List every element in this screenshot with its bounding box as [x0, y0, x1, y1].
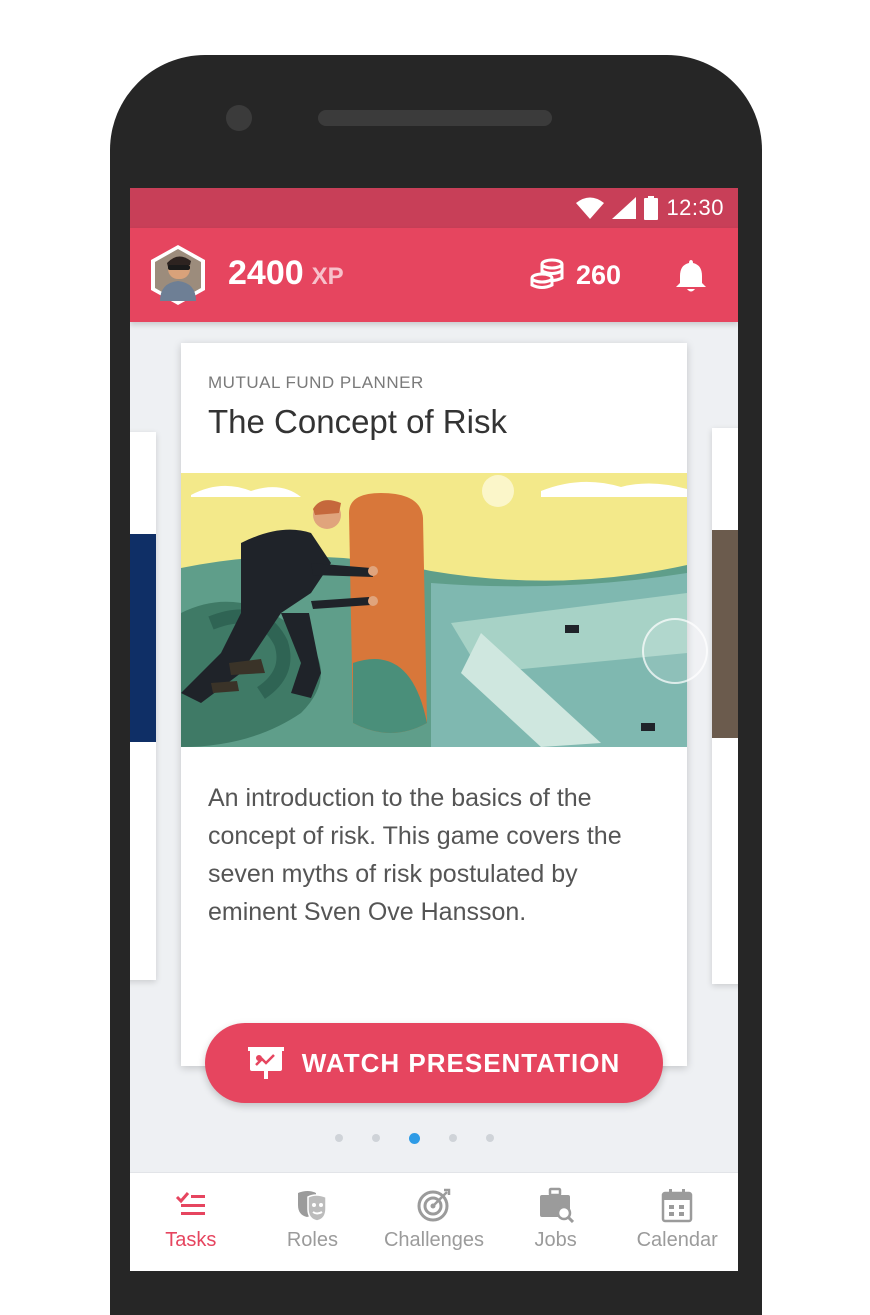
app-screen: 12:30 2400 XP 260 MUTUAL FUND PLANNER Th… — [130, 188, 738, 1271]
pager-dot-active[interactable] — [408, 1132, 420, 1144]
nav-label-calendar: Calendar — [636, 1229, 718, 1251]
xp-value: 2400 — [228, 254, 304, 292]
target-icon — [417, 1188, 451, 1222]
nav-label-tasks: Tasks — [165, 1229, 217, 1251]
masks-icon — [298, 1191, 328, 1222]
bell-icon[interactable] — [673, 258, 709, 294]
pager-dot[interactable] — [485, 1134, 494, 1142]
previous-card-image — [130, 534, 156, 742]
task-card[interactable]: MUTUAL FUND PLANNER The Concept of Risk — [181, 343, 687, 1066]
coins-icon — [530, 258, 564, 289]
front-camera — [226, 105, 252, 131]
nav-item-challenges[interactable]: Challenges — [373, 1173, 495, 1271]
pager-dot[interactable] — [334, 1134, 343, 1142]
next-card[interactable] — [712, 428, 738, 984]
avatar[interactable] — [148, 243, 208, 307]
previous-card[interactable] — [130, 432, 156, 980]
carousel-next-handle[interactable] — [642, 618, 708, 684]
status-time: 12:30 — [666, 195, 724, 220]
next-card-image — [712, 530, 738, 738]
app-header: 2400 XP 260 — [130, 228, 738, 322]
pager-dot[interactable] — [371, 1134, 380, 1142]
watch-presentation-button[interactable]: WATCH PRESENTATION — [205, 1023, 663, 1103]
nav-label-roles: Roles — [286, 1229, 338, 1251]
xp-unit: XP — [311, 263, 344, 290]
nav-item-jobs[interactable]: Jobs — [495, 1173, 617, 1271]
carousel-pager — [130, 1132, 718, 1144]
watch-presentation-label: WATCH PRESENTATION — [301, 1047, 621, 1078]
coins-display[interactable]: 260 — [530, 258, 621, 292]
battery-icon — [644, 196, 659, 220]
bottom-navigation: Tasks Roles Challenges Jobs Calendar — [130, 1172, 738, 1271]
signal-icon — [612, 197, 637, 219]
coins-value: 260 — [576, 259, 622, 290]
nav-item-roles[interactable]: Roles — [252, 1173, 374, 1271]
xp-display: 2400 XP — [228, 254, 344, 293]
card-description: An introduction to the basics of the con… — [208, 784, 622, 926]
status-bar: 12:30 — [130, 188, 738, 228]
calendar-icon — [661, 1189, 693, 1223]
wifi-icon — [576, 197, 605, 219]
nav-label-jobs: Jobs — [534, 1229, 577, 1251]
nav-label-challenges: Challenges — [383, 1229, 485, 1251]
earpiece-speaker — [318, 110, 552, 126]
status-icons: 12:30 — [576, 195, 724, 221]
nav-item-calendar[interactable]: Calendar — [616, 1173, 738, 1271]
card-title: The Concept of Risk — [208, 403, 507, 440]
nav-item-tasks[interactable]: Tasks — [130, 1173, 252, 1271]
card-illustration — [181, 473, 687, 747]
briefcase-search-icon — [539, 1187, 574, 1223]
presentation-icon — [247, 1047, 284, 1079]
tasks-icon — [175, 1192, 205, 1215]
pager-dot[interactable] — [448, 1134, 457, 1142]
card-category: MUTUAL FUND PLANNER — [208, 373, 424, 392]
